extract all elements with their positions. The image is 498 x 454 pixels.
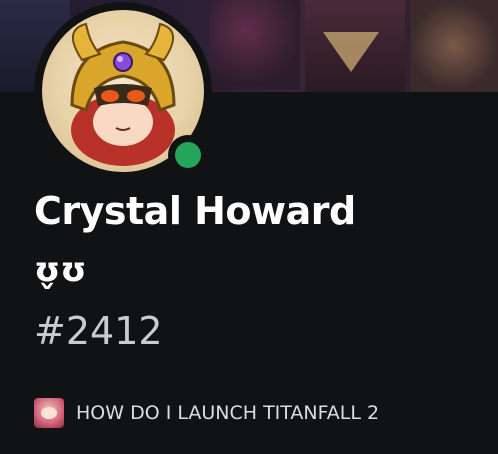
banner-triangle-emblem	[323, 32, 379, 72]
online-status-dot	[175, 142, 201, 168]
anime-character-emoji-icon	[34, 398, 64, 428]
custom-status: HOW DO I LAUNCH TITANFALL 2	[34, 398, 379, 428]
banner-art	[410, 0, 498, 92]
user-discriminator: #2412	[34, 309, 163, 353]
banner-art	[210, 0, 300, 90]
status-indicator	[168, 135, 208, 175]
display-name: Crystal Howard	[34, 189, 356, 233]
pronoun-emote: ʊ̬ʊ	[34, 250, 87, 290]
custom-status-text: HOW DO I LAUNCH TITANFALL 2	[76, 402, 380, 424]
